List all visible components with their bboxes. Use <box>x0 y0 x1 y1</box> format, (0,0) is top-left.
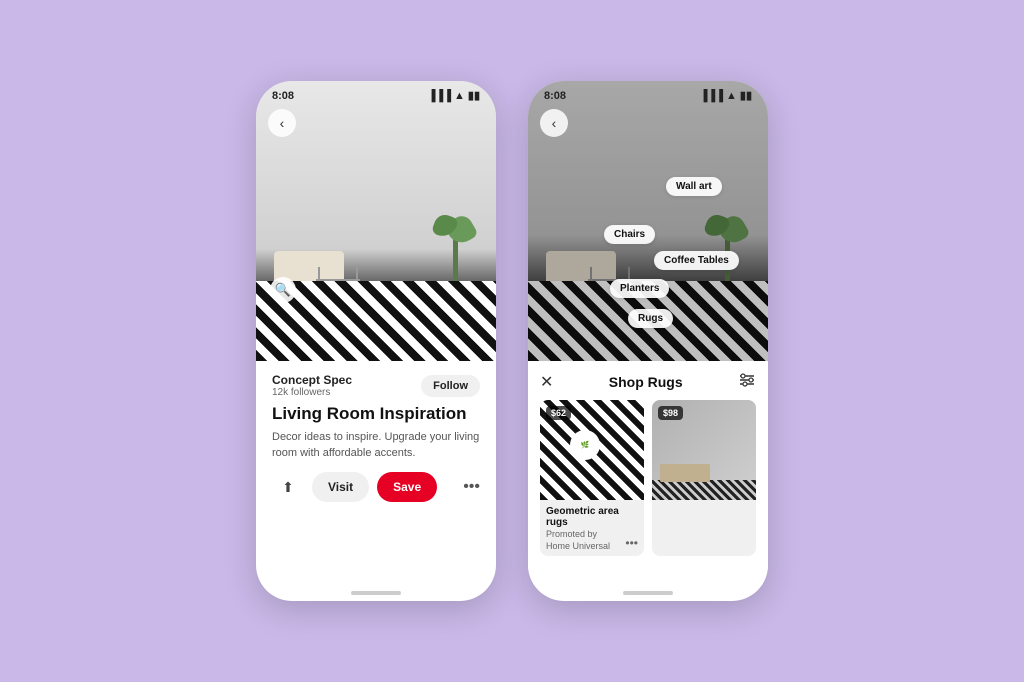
back-arrow-icon-2: ‹ <box>552 115 557 131</box>
status-bar-2: 8:08 ▐▐▐ ▲ ▮▮ <box>528 81 768 106</box>
back-button-2[interactable]: ‹ <box>540 109 568 137</box>
user-name: Concept Spec <box>272 373 352 387</box>
back-arrow-icon-1: ‹ <box>280 115 285 131</box>
status-icons-1: ▐▐▐ ▲ ▮▮ <box>428 89 480 102</box>
pin-image-2: ‹ Wall art Chairs Coffee Tables Planters… <box>528 81 768 361</box>
time-display-1: 8:08 <box>272 90 294 102</box>
shop-panel: ✕ Shop Rugs 🌿 $62 <box>528 361 768 587</box>
phone-1: 8:08 ▐▐▐ ▲ ▮▮ ‹ 🔍 Concep <box>256 81 496 601</box>
tag-rugs[interactable]: Rugs <box>628 309 673 328</box>
share-button[interactable]: ⬆ <box>272 471 304 503</box>
tag-wall-art[interactable]: Wall art <box>666 177 722 196</box>
back-button-1[interactable]: ‹ <box>268 109 296 137</box>
more-options-button[interactable]: ••• <box>463 478 480 496</box>
shop-header: ✕ Shop Rugs <box>540 371 756 392</box>
tag-coffee-tables[interactable]: Coffee Tables <box>654 251 739 270</box>
shop-products-list: 🌿 $62 Geometric area rugs Promoted byHom… <box>540 400 756 556</box>
wifi-icon-2: ▲ <box>726 90 737 102</box>
product-name-1: Geometric area rugs <box>546 506 638 528</box>
status-icons-2: ▐▐▐ ▲ ▮▮ <box>700 89 752 102</box>
product-sub-1: Promoted byHome Universal <box>546 529 638 552</box>
follow-button[interactable]: Follow <box>421 375 480 397</box>
status-bar-1: 8:08 ▐▐▐ ▲ ▮▮ <box>256 81 496 106</box>
signal-icon: ▐▐▐ <box>428 90 451 102</box>
pin-title: Living Room Inspiration <box>272 404 480 424</box>
shop-filter-button[interactable] <box>738 371 756 392</box>
table-leg-left <box>318 267 320 281</box>
user-followers: 12k followers <box>272 387 352 398</box>
product-card-rug1[interactable]: 🌿 $62 Geometric area rugs Promoted byHom… <box>540 400 644 556</box>
shop-title: Shop Rugs <box>609 374 683 390</box>
pin-info-1: Concept Spec 12k followers Follow Living… <box>256 361 496 587</box>
home-indicator-1 <box>351 591 401 595</box>
shop-close-button[interactable]: ✕ <box>540 372 553 392</box>
room-rug-mini <box>652 480 756 500</box>
visit-button[interactable]: Visit <box>312 472 369 502</box>
wifi-icon: ▲ <box>454 90 465 102</box>
home-indicator-2 <box>623 591 673 595</box>
time-display-2: 8:08 <box>544 90 566 102</box>
product-more-button-1[interactable]: ••• <box>625 536 638 550</box>
rug-item-icon: 🌿 <box>570 430 600 460</box>
pin-description: Decor ideas to inspire. Upgrade your liv… <box>272 430 480 461</box>
action-row: ⬆ Visit Save ••• <box>272 471 480 503</box>
tag-planters[interactable]: Planters <box>610 279 669 298</box>
pin-image-1: ‹ 🔍 <box>256 81 496 361</box>
product-card-rug2[interactable]: $98 <box>652 400 756 556</box>
user-row: Concept Spec 12k followers Follow <box>272 373 480 398</box>
room-sofa-mini <box>660 464 710 482</box>
product-price-1: $62 <box>546 406 571 420</box>
lens-button[interactable]: 🔍 <box>270 277 296 303</box>
save-button[interactable]: Save <box>377 472 437 502</box>
tag-chairs[interactable]: Chairs <box>604 225 655 244</box>
battery-icon: ▮▮ <box>468 89 480 102</box>
phone-2: 8:08 ▐▐▐ ▲ ▮▮ ‹ Wall art Chairs <box>528 81 768 601</box>
product-price-2: $98 <box>658 406 683 420</box>
table-leg-right <box>356 267 358 281</box>
user-details: Concept Spec 12k followers <box>272 373 352 398</box>
signal-icon-2: ▐▐▐ <box>700 90 723 102</box>
battery-icon-2: ▮▮ <box>740 89 752 102</box>
